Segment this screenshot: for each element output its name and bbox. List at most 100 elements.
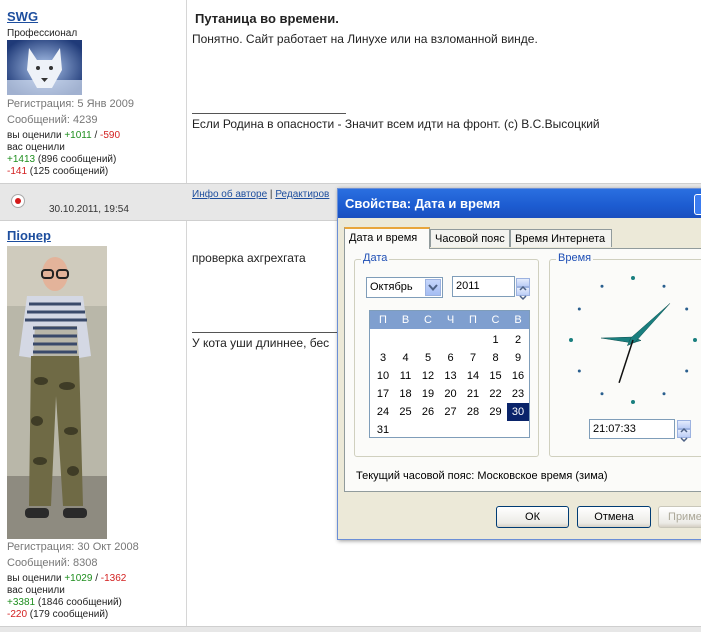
rating-received-label: вас оценили xyxy=(7,585,65,596)
calendar-day[interactable]: 9 xyxy=(507,349,529,367)
post-datetime: 30.10.2011, 19:54 xyxy=(49,204,129,215)
clock-tick xyxy=(631,400,635,404)
column-divider xyxy=(186,220,187,631)
reputation-positive-value: +1413 xyxy=(7,154,36,165)
rating-given-positive: +1011 xyxy=(64,130,92,141)
calendar-day[interactable]: 23 xyxy=(507,385,529,403)
year-input[interactable]: 2011 xyxy=(452,276,515,297)
calendar-day[interactable]: 6 xyxy=(440,349,462,367)
spin-up-icon[interactable] xyxy=(677,420,691,433)
time-input[interactable]: 21:07:33 xyxy=(589,419,675,439)
calendar-day[interactable]: 19 xyxy=(417,385,439,403)
reputation-negative-value: -220 xyxy=(7,609,28,620)
calendar-day[interactable]: 3 xyxy=(372,349,394,367)
calendar-day[interactable]: 17 xyxy=(372,385,394,403)
clock-tick xyxy=(631,276,635,280)
calendar-day[interactable]: 28 xyxy=(462,403,484,421)
calendar-weekday: П xyxy=(379,314,387,326)
calendar-day[interactable]: 21 xyxy=(462,385,484,403)
calendar-day[interactable]: 26 xyxy=(417,403,439,421)
calendar-day[interactable]: 24 xyxy=(372,403,394,421)
clock-minute-hand xyxy=(626,303,671,347)
ok-button[interactable]: ОК xyxy=(496,506,569,528)
spin-up-icon[interactable] xyxy=(516,278,530,291)
calendar-day[interactable]: 15 xyxy=(485,367,507,385)
spin-down-icon[interactable] xyxy=(516,287,530,301)
calendar-day[interactable]: 29 xyxy=(485,403,507,421)
clock-tick xyxy=(693,338,697,342)
calendar-weekday: С xyxy=(424,314,432,326)
column-divider xyxy=(186,0,187,183)
apply-button[interactable]: Примен xyxy=(658,506,701,528)
signature-divider xyxy=(192,332,342,333)
reputation-negative: -220 (179 сообщений) xyxy=(7,609,108,620)
calendar-day[interactable]: 25 xyxy=(395,403,417,421)
tab-date-time[interactable]: Дата и время xyxy=(344,227,430,249)
rating-given: вы оценили +1011 / -590 xyxy=(7,130,120,141)
calendar-day[interactable]: 1 xyxy=(485,331,507,349)
analog-clock xyxy=(569,276,697,404)
calendar-weekday-header: ПВСЧПСВ xyxy=(370,311,529,329)
help-icon[interactable] xyxy=(694,194,701,215)
calendar-weekday: В xyxy=(514,314,522,326)
time-group-label: Время xyxy=(556,252,594,264)
post-links: Инфо об авторе | Редактиров xyxy=(192,189,329,200)
clock-tick xyxy=(662,392,666,396)
clock-tick xyxy=(600,392,604,396)
month-select[interactable]: Октябрь xyxy=(366,277,443,298)
spin-down-icon[interactable] xyxy=(677,429,691,443)
rating-given-negative: -1362 xyxy=(100,573,127,584)
calendar-day[interactable]: 14 xyxy=(462,367,484,385)
calendar-day[interactable]: 13 xyxy=(440,367,462,385)
person-avatar-image xyxy=(7,246,107,539)
registration-date: Регистрация: 5 Янв 2009 xyxy=(7,98,134,110)
calendar-day[interactable]: 18 xyxy=(395,385,417,403)
chevron-down-icon[interactable] xyxy=(425,279,441,296)
dialog-titlebar[interactable]: Свойства: Дата и время xyxy=(338,189,701,218)
edit-link[interactable]: Редактиров xyxy=(275,189,329,200)
rating-given-label: вы оценили xyxy=(7,130,62,141)
reputation-positive: +1413 (896 сообщений) xyxy=(7,154,116,165)
username-link[interactable]: Пiонер xyxy=(7,228,51,243)
clock-tick xyxy=(569,338,573,342)
calendar-day-selected[interactable]: 30 xyxy=(507,403,529,421)
calendar-day[interactable]: 11 xyxy=(395,367,417,385)
calendar-day[interactable]: 10 xyxy=(372,367,394,385)
year-value: 2011 xyxy=(456,280,480,292)
message-count: Сообщений: 4239 xyxy=(7,114,98,126)
avatar[interactable] xyxy=(7,40,82,95)
calendar-day[interactable]: 12 xyxy=(417,367,439,385)
calendar-day[interactable]: 27 xyxy=(440,403,462,421)
calendar-day[interactable]: 4 xyxy=(395,349,417,367)
rating-given-label: вы оценили xyxy=(7,573,62,584)
month-calendar[interactable]: ПВСЧПСВ 1 2 3 4 5 6 7 8 9 10 11 12 13 14 15 16 17 18 19 20 2… xyxy=(369,310,530,438)
month-value: Октябрь xyxy=(370,281,413,293)
clock-tick xyxy=(685,369,689,373)
date-group-label: Дата xyxy=(361,252,390,264)
time-spinner[interactable] xyxy=(677,420,691,443)
rating-given-negative: -590 xyxy=(100,130,121,141)
calendar-day[interactable]: 16 xyxy=(507,367,529,385)
calendar-day[interactable]: 22 xyxy=(485,385,507,403)
calendar-day[interactable]: 20 xyxy=(440,385,462,403)
rating-separator: / xyxy=(92,573,101,584)
reputation-negative-value: -141 xyxy=(7,166,28,177)
reputation-positive: +3381 (1846 сообщений) xyxy=(7,597,122,608)
cancel-button[interactable]: Отмена xyxy=(577,506,651,528)
year-spinner[interactable] xyxy=(516,278,530,301)
avatar[interactable] xyxy=(7,246,107,539)
post-body: проверка ахгрехгата xyxy=(192,251,306,265)
calendar-day[interactable]: 2 xyxy=(507,331,529,349)
tab-internet-time[interactable]: Время Интернета xyxy=(510,229,612,247)
rating-given-positive: +1029 xyxy=(64,573,93,584)
calendar-day[interactable]: 7 xyxy=(462,349,484,367)
clock-tick xyxy=(577,369,581,373)
calendar-weekday: П xyxy=(469,314,477,326)
reputation-negative-count: (179 сообщений) xyxy=(27,609,109,620)
author-info-link[interactable]: Инфо об авторе xyxy=(192,189,267,200)
tab-time-zone[interactable]: Часовой пояс xyxy=(430,229,510,247)
calendar-day[interactable]: 31 xyxy=(372,421,394,439)
username-link[interactable]: SWG xyxy=(7,9,38,24)
calendar-day[interactable]: 8 xyxy=(485,349,507,367)
calendar-day[interactable]: 5 xyxy=(417,349,439,367)
